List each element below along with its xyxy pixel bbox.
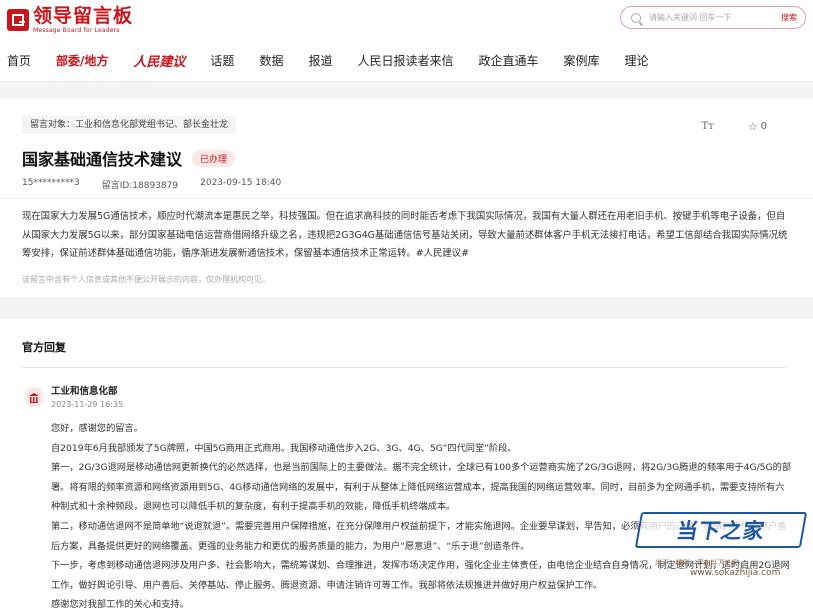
reply-time: 2023-11-29 16:35 <box>51 400 124 409</box>
nav-item-enterprise[interactable]: 政企直通车 <box>478 52 538 69</box>
star-icon[interactable]: ☆ <box>748 120 758 133</box>
nav-item-people-suggestions[interactable]: 人民建议 <box>133 51 185 70</box>
message-meta: 15*********3 留言ID:18893879 2023-09-15 18… <box>22 178 303 191</box>
nav-item-topics[interactable]: 话题 <box>210 52 234 69</box>
watermark-slogan: 当下 · 精彩 · 尽在当下之家 <box>654 559 738 567</box>
divider <box>0 198 813 199</box>
top-header: 领导留言板 Message Board for Leaders 搜索 首页 部委… <box>0 0 813 82</box>
search-box: 搜索 <box>620 6 806 29</box>
logo-title: 领导留言板 <box>33 4 134 27</box>
main-nav: 首页 部委/地方 人民建议 话题 数据 报道 人民日报读者来信 政企直通车 案例… <box>0 48 674 72</box>
search-button[interactable]: 搜索 <box>781 12 797 23</box>
reply-section-title: 官方回复 <box>22 341 66 354</box>
nav-item-data[interactable]: 数据 <box>259 52 283 69</box>
status-badge: 已办理 <box>192 149 236 167</box>
message-body: 现在国家大力发展5G通信技术，顺应时代潮流本是惠民之举，科技强国。但在追求高科技… <box>22 211 788 259</box>
reply-paragraph: 您好，感谢您的留言。 <box>51 423 143 434</box>
privacy-notice: 该留言中含有个人信息或其他不便公开展示的内容，仅办理机构可见。 <box>22 275 270 284</box>
org-avatar <box>24 387 44 407</box>
reply-paragraph: 感谢您对我部工作的关心和支持。 <box>51 599 189 611</box>
reply-paragraph: 第一，2G/3G退网是移动通信网更新换代的必然选择，也是当前国际上的主要做法。据… <box>51 462 792 513</box>
logo-icon <box>7 9 29 31</box>
message-id: 留言ID:18893879 <box>101 181 179 191</box>
watermark-text: 当下之家 <box>674 519 767 543</box>
message-card: 留言对象：工业和信息化部党组书记、部长金壮龙 Tт ☆ 0 国家基础通信技术建议… <box>0 98 813 297</box>
message-title: 国家基础通信技术建议 <box>22 150 183 169</box>
message-tools: Tт ☆ 0 <box>702 120 767 133</box>
nav-item-home[interactable]: 首页 <box>7 52 31 69</box>
nav-item-theory[interactable]: 理论 <box>625 52 649 69</box>
favorite-count: 0 <box>760 121 767 132</box>
reply-paragraph: 自2019年6月我部颁发了5G牌照，中国5G商用正式商用。我国移动通信步入2G、… <box>51 442 517 454</box>
search-icon <box>631 12 641 23</box>
watermark-url: www.sokazhijia.com <box>690 568 781 578</box>
author-id: 15*********3 <box>22 178 80 188</box>
font-size-icon[interactable]: Tт <box>702 121 714 132</box>
reply-org-name: 工业和信息化部 <box>51 386 118 397</box>
search-input[interactable] <box>649 13 759 22</box>
watermark-logo: 当下之家 <box>634 512 808 548</box>
logo-subtitle: Message Board for Leaders <box>33 26 120 34</box>
message-target: 留言对象：工业和信息化部党组书记、部长金壮龙 <box>22 116 237 134</box>
nav-item-case-library[interactable]: 案例库 <box>564 52 600 69</box>
divider <box>22 367 786 368</box>
message-date: 2023-09-15 18:40 <box>200 178 282 188</box>
nav-item-reports[interactable]: 报道 <box>308 52 332 69</box>
nav-item-ministries[interactable]: 部委/地方 <box>56 52 108 69</box>
government-building-icon <box>29 392 39 403</box>
nav-item-reader-letters[interactable]: 人民日报读者来信 <box>357 52 453 69</box>
site-logo[interactable]: 领导留言板 Message Board for Leaders <box>7 6 133 34</box>
